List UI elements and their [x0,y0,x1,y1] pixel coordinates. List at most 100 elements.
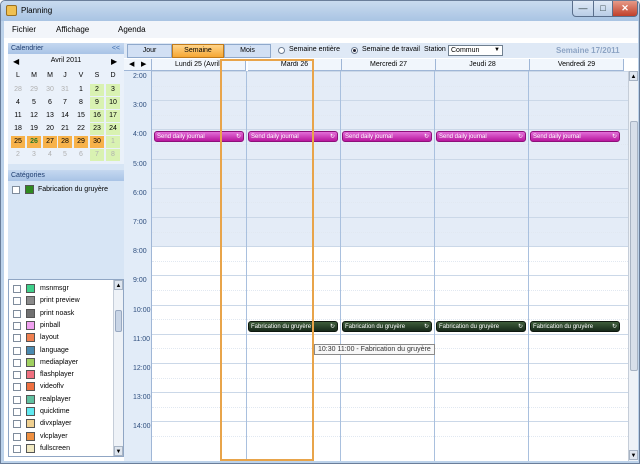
calendar-day[interactable]: 3 [106,84,120,96]
calendar-day[interactable]: 2 [11,149,25,161]
schedule-scroll-down[interactable]: ▼ [629,450,638,460]
maximize-button[interactable]: □ [593,1,613,17]
calendar-day[interactable]: 5 [58,149,72,161]
schedule-scroll-up[interactable]: ▲ [629,71,638,81]
calendar-day[interactable]: 23 [90,123,104,135]
schedule-grid[interactable]: Send daily journal ↻ Send daily journal ↻ Se… [152,71,628,461]
calendar-day[interactable]: 1 [74,84,88,96]
calendar-day[interactable]: 22 [74,123,88,135]
list-item-checkbox[interactable] [13,285,21,293]
calendar-day[interactable]: 13 [43,110,57,122]
list-item-checkbox[interactable] [13,346,21,355]
next-week-button[interactable]: ▶ [141,59,146,70]
list-item[interactable]: flashplayer [9,369,113,381]
tab-jour[interactable]: Jour [127,44,172,58]
calendar-day[interactable]: 30 [90,136,104,148]
calendar-day[interactable]: 16 [90,110,104,122]
calendar-day[interactable]: 3 [27,149,41,161]
calendar-day[interactable]: 26 [27,136,41,148]
list-item-checkbox[interactable] [13,358,21,367]
calendar-event[interactable]: Send daily journal ↻ [342,131,432,143]
tab-mois[interactable]: Mois [224,44,271,58]
calendar-day[interactable]: 11 [11,110,25,122]
list-item-checkbox[interactable] [13,420,21,429]
list-item[interactable]: divxplayer [9,418,113,430]
collapse-button[interactable]: << [112,43,120,54]
tab-semaine[interactable]: Semaine [172,44,224,58]
day-column-header[interactable]: Mardi 26 [248,59,342,71]
list-item-checkbox[interactable] [13,334,21,343]
radio-full-week[interactable] [278,47,285,54]
category-item[interactable]: Fabrication du gruyère [8,184,124,196]
scroll-up-button[interactable]: ▲ [114,280,123,290]
list-item-checkbox[interactable] [13,321,21,330]
calendar-day[interactable]: 17 [106,110,120,122]
list-item[interactable]: language [9,345,113,357]
calendar-day[interactable]: 7 [90,149,104,161]
station-select[interactable]: Commun ▼ [448,45,503,56]
calendar-day[interactable]: 12 [27,110,41,122]
minimize-button[interactable]: — [572,1,594,17]
list-item-checkbox[interactable] [13,395,21,404]
calendar-day[interactable]: 6 [43,97,57,109]
list-item-checkbox[interactable] [13,432,21,441]
calendar-day[interactable]: 1 [106,136,120,148]
calendar-day[interactable]: 14 [58,110,72,122]
list-item-checkbox[interactable] [13,444,21,453]
list-item-checkbox[interactable] [13,297,21,306]
list-item-checkbox[interactable] [13,408,21,416]
calendar-day[interactable]: 24 [106,123,120,135]
list-item-checkbox[interactable] [13,383,21,392]
calendar-day[interactable]: 18 [11,123,25,135]
list-item[interactable]: print preview [9,295,113,307]
calendar-day[interactable]: 29 [74,136,88,148]
calendar-day[interactable]: 25 [11,136,25,148]
next-month-button[interactable]: ▶ [111,57,117,66]
radio-work-week[interactable] [351,47,358,54]
scroll-down-button[interactable]: ▼ [114,446,123,456]
day-column-header[interactable]: Lundi 25 (Avril) [152,59,246,71]
calendar-day[interactable]: 30 [43,84,57,96]
calendar-day[interactable]: 28 [58,136,72,148]
list-item[interactable]: print noask [9,308,113,320]
calendar-event[interactable]: Fabrication du gruyère ↻ [530,321,620,333]
list-item[interactable]: videoflv [9,381,113,393]
calendar-day[interactable]: 2 [90,84,104,96]
calendar-event[interactable]: Send daily journal ↻ [530,131,620,143]
calendar-day[interactable]: 8 [74,97,88,109]
calendar-day[interactable]: 19 [27,123,41,135]
category-checkbox[interactable] [12,186,20,194]
calendar-day[interactable]: 4 [11,97,25,109]
schedule-scrollbar[interactable]: ▲ ▼ [628,71,638,461]
station-list[interactable]: ▲ ▼ msnmsgr print preview print noask pinba… [8,279,124,457]
calendar-day[interactable]: 5 [27,97,41,109]
list-item-checkbox[interactable] [13,309,21,318]
calendar-day[interactable]: 20 [43,123,57,135]
list-item[interactable]: layout [9,332,113,344]
list-scrollbar[interactable]: ▲ ▼ [113,280,123,456]
day-column-header[interactable]: Vendredi 29 [530,59,624,71]
calendar-event[interactable]: Fabrication du gruyère ↻ [248,321,338,333]
list-item[interactable]: vlcplayer [9,431,113,443]
calendar-day[interactable]: 8 [106,149,120,161]
menu-agenda[interactable]: Agenda [118,25,146,34]
calendar-day[interactable]: 27 [43,136,57,148]
list-item[interactable]: mediaplayer [9,357,113,369]
title-bar[interactable]: Planning — □ ✕ [1,1,639,21]
calendar-day[interactable]: 6 [74,149,88,161]
list-item[interactable]: pinball [9,320,113,332]
close-button[interactable]: ✕ [612,1,638,17]
list-item[interactable]: fullscreen [9,443,113,455]
calendar-event[interactable]: Fabrication du gruyère ↻ [436,321,526,333]
calendar-day[interactable]: 28 [11,84,25,96]
calendar-event[interactable]: Send daily journal ↻ [436,131,526,143]
schedule-scroll-thumb[interactable] [630,121,638,371]
list-item[interactable]: quicktime [9,406,113,418]
list-item[interactable]: realplayer [9,394,113,406]
scroll-thumb[interactable] [115,310,122,332]
calendar-day[interactable]: 31 [58,84,72,96]
calendar-event[interactable]: Fabrication du gruyère ↻ [342,321,432,333]
calendar-day[interactable]: 15 [74,110,88,122]
calendar-day[interactable]: 9 [90,97,104,109]
menu-fichier[interactable]: Fichier [12,25,36,34]
